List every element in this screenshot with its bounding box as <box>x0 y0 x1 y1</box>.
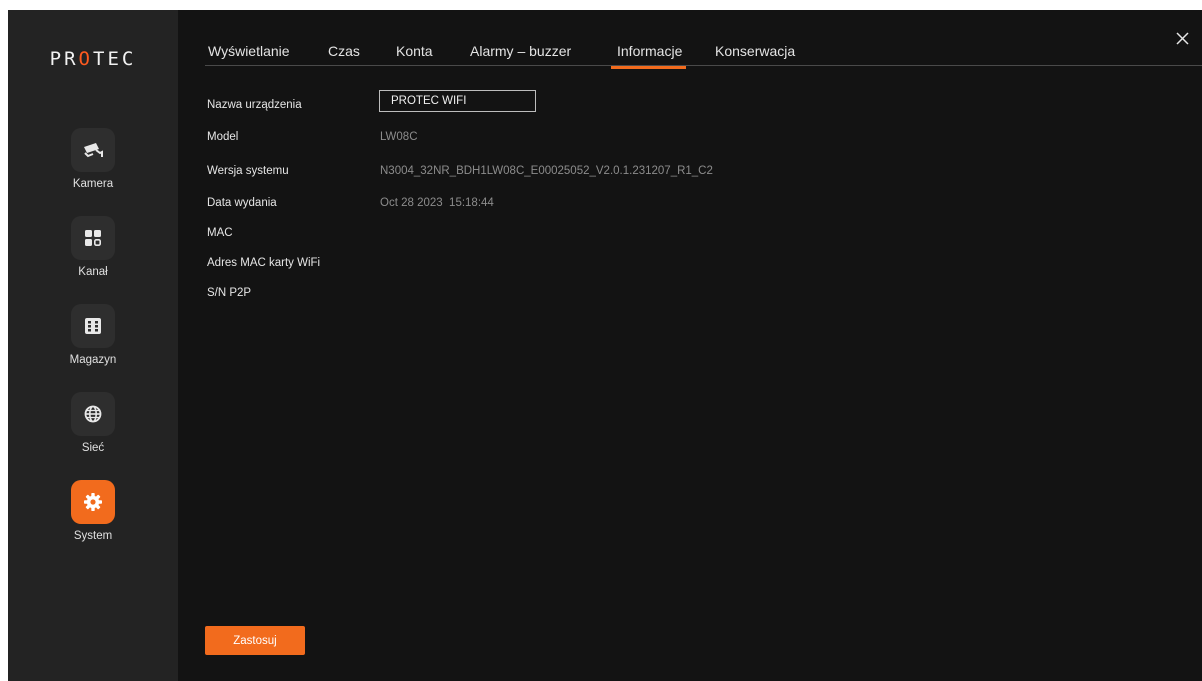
tab-informacje[interactable]: Informacje <box>610 43 687 69</box>
main-panel: Wyświetlanie Czas Konta Alarmy – buzzer … <box>178 10 1202 681</box>
sidebar-item-siec[interactable]: Sieć <box>8 392 178 472</box>
sidebar-item-kanal[interactable]: Kanał <box>8 216 178 296</box>
sidebar-item-label: Kamera <box>72 178 114 190</box>
info-row-p2p: S/N P2P <box>207 284 1007 304</box>
tab-konserwacja[interactable]: Konserwacja <box>715 43 795 59</box>
tab-alarmy-buzzer[interactable]: Alarmy – buzzer <box>470 43 571 59</box>
settings-window: PROTEC Kamera Kanał Magazyn Sieć System … <box>8 10 1202 681</box>
sidebar-item-label: Sieć <box>81 442 105 454</box>
device-name-input[interactable] <box>379 90 536 112</box>
storage-icon <box>71 304 115 348</box>
info-row-model: Model LW08C <box>207 128 1007 148</box>
sidebar-item-label: System <box>73 530 113 542</box>
p2p-serial-label: S/N P2P <box>207 287 252 299</box>
release-date-label: Data wydania <box>207 197 277 209</box>
sidebar-item-label: Magazyn <box>69 354 117 366</box>
close-button[interactable] <box>1172 28 1192 48</box>
sidebar: PROTEC Kamera Kanał Magazyn Sieć System <box>8 10 178 681</box>
tab-wyswietlanie[interactable]: Wyświetlanie <box>208 43 290 59</box>
sidebar-item-label: Kanał <box>78 266 108 278</box>
close-icon <box>1175 31 1189 45</box>
info-row-wifi-mac: Adres MAC karty WiFi <box>207 254 1007 274</box>
system-version-label: Wersja systemu <box>207 165 289 177</box>
mac-label: MAC <box>207 227 233 239</box>
device-name-label: Nazwa urządzenia <box>207 99 302 111</box>
tab-czas[interactable]: Czas <box>328 43 360 59</box>
wifi-mac-label: Adres MAC karty WiFi <box>207 257 321 269</box>
tab-konta[interactable]: Konta <box>396 43 433 59</box>
sidebar-item-system[interactable]: System <box>8 480 178 560</box>
sidebar-item-kamera[interactable]: Kamera <box>8 128 178 208</box>
apply-button[interactable]: Zastosuj <box>205 626 305 655</box>
info-row-mac: MAC <box>207 224 1007 244</box>
camera-icon <box>71 128 115 172</box>
release-date-value: Oct 28 2023 15:18:44 <box>380 197 494 209</box>
system-version-value: N3004_32NR_BDH1LW08C_E00025052_V2.0.1.23… <box>380 165 713 177</box>
protec-logo: PROTEC <box>49 48 137 70</box>
tab-bar: Wyświetlanie Czas Konta Alarmy – buzzer … <box>205 10 1202 69</box>
info-row-release-date: Data wydania Oct 28 2023 15:18:44 <box>207 194 1007 214</box>
info-row-system-version: Wersja systemu N3004_32NR_BDH1LW08C_E000… <box>207 162 1007 182</box>
model-label: Model <box>207 131 239 143</box>
channel-grid-icon <box>71 216 115 260</box>
info-row-device-name: Nazwa urządzenia <box>207 90 1007 116</box>
model-value: LW08C <box>380 131 418 143</box>
gear-icon <box>71 480 115 524</box>
globe-icon <box>71 392 115 436</box>
sidebar-item-magazyn[interactable]: Magazyn <box>8 304 178 384</box>
